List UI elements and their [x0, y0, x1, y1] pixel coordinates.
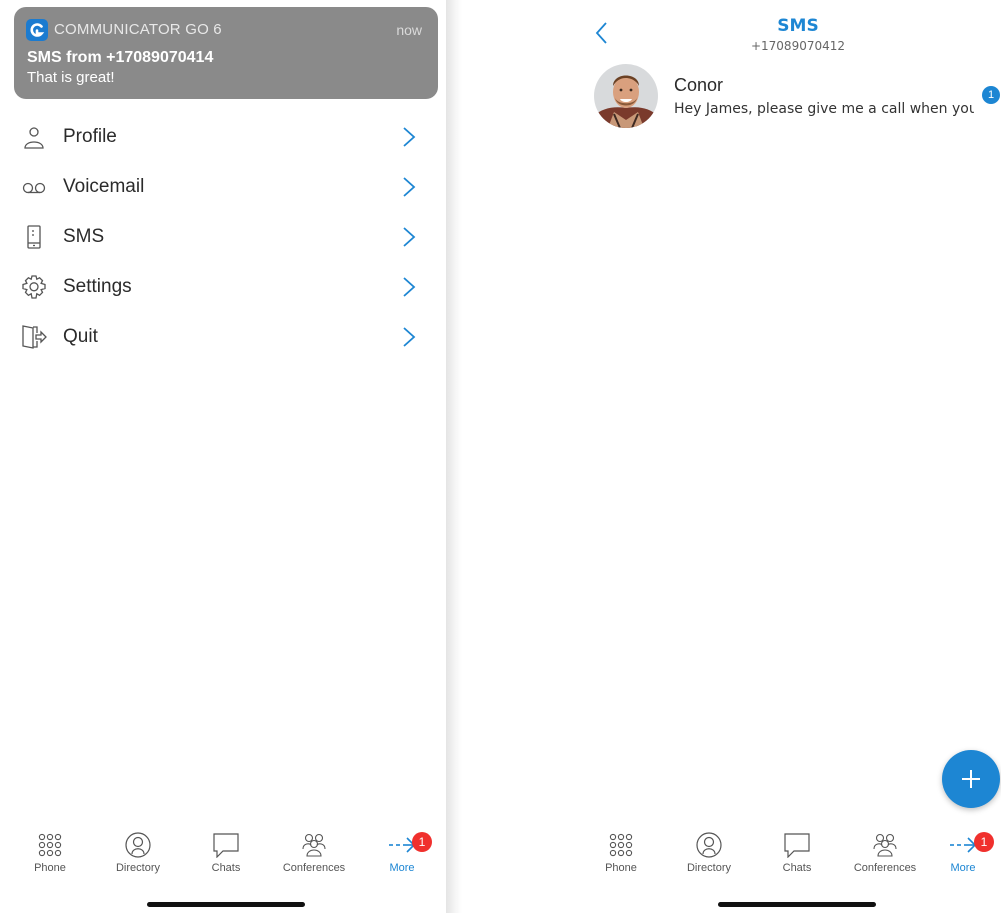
tab-label: More	[389, 862, 415, 874]
gear-icon	[21, 274, 47, 300]
menu-item-label: Voicemail	[63, 176, 145, 197]
tab-conferences[interactable]: Conferences	[840, 832, 930, 882]
tab-phone[interactable]: Phone	[5, 832, 95, 882]
contact-name: Conor	[674, 75, 724, 95]
tab-label: Phone	[605, 862, 637, 874]
plus-icon	[962, 770, 980, 788]
new-sms-button[interactable]	[942, 750, 1000, 808]
menu-item-sms[interactable]: SMS	[0, 212, 446, 262]
tab-label: Chats	[211, 862, 241, 874]
notification-time: now	[396, 22, 422, 38]
tab-chats[interactable]: Chats	[181, 832, 271, 882]
person-icon	[21, 124, 47, 150]
menu-item-profile[interactable]: Profile	[0, 112, 446, 162]
notification-badge: 1	[412, 832, 432, 852]
tab-label: Phone	[34, 862, 66, 874]
contact-icon	[696, 832, 722, 858]
home-indicator[interactable]	[147, 902, 305, 907]
contact-icon	[125, 832, 151, 858]
chat-bubble-icon	[213, 833, 239, 858]
voicemail-icon	[21, 174, 47, 200]
sms-screen: SMS +17089070412 Conor Hey James, please…	[462, 0, 1001, 913]
page-title: SMS	[777, 16, 819, 36]
tab-label: Conferences	[853, 862, 917, 874]
menu-item-quit[interactable]: Quit	[0, 312, 446, 362]
tab-directory[interactable]: Directory	[93, 832, 183, 882]
exit-icon	[21, 324, 47, 350]
tab-more[interactable]: More 1	[928, 832, 998, 882]
unread-count-badge: 1	[982, 86, 1000, 104]
sms-notification-banner[interactable]: COMMUNICATOR GO 6 now SMS from +17089070…	[14, 7, 438, 99]
tab-directory[interactable]: Directory	[664, 832, 754, 882]
conversation-item[interactable]: Conor Hey James, please give me a call w…	[594, 62, 1000, 130]
notification-body: That is great!	[27, 69, 115, 86]
more-menu-screen: COMMUNICATOR GO 6 now SMS from +17089070…	[0, 0, 446, 913]
tab-chats[interactable]: Chats	[752, 832, 842, 882]
keypad-icon	[609, 833, 633, 857]
back-button[interactable]	[592, 20, 612, 46]
menu-item-settings[interactable]: Settings	[0, 262, 446, 312]
tab-label: More	[950, 862, 976, 874]
group-icon	[873, 833, 897, 857]
notification-badge: 1	[974, 832, 994, 852]
chevron-right-icon	[402, 126, 416, 148]
group-icon	[302, 833, 326, 857]
message-preview: Hey James, please give me a call when yo…	[674, 101, 974, 117]
tab-label: Directory	[686, 862, 731, 874]
tab-more[interactable]: More 1	[357, 832, 447, 882]
keypad-icon	[38, 833, 62, 857]
menu-item-label: Profile	[63, 126, 117, 147]
chevron-right-icon	[402, 326, 416, 348]
tab-label: Conferences	[282, 862, 346, 874]
chat-bubble-icon	[784, 833, 810, 858]
menu-item-label: Quit	[63, 326, 98, 347]
chevron-right-icon	[402, 226, 416, 248]
tab-conferences[interactable]: Conferences	[269, 832, 359, 882]
tab-phone[interactable]: Phone	[576, 832, 666, 882]
notification-app-name: COMMUNICATOR GO 6	[54, 21, 222, 38]
menu-item-label: SMS	[63, 226, 105, 247]
home-indicator[interactable]	[718, 902, 876, 907]
menu-item-label: Settings	[63, 276, 132, 297]
notification-title: SMS from +17089070414	[27, 49, 214, 66]
chevron-left-icon	[595, 22, 607, 44]
menu-item-voicemail[interactable]: Voicemail	[0, 162, 446, 212]
chevron-right-icon	[402, 176, 416, 198]
avatar	[594, 64, 658, 128]
app-logo-icon	[26, 19, 48, 41]
tab-label: Chats	[782, 862, 812, 874]
chevron-right-icon	[402, 276, 416, 298]
tab-label: Directory	[115, 862, 160, 874]
phone-device-icon	[21, 224, 47, 250]
panel-divider	[446, 0, 462, 913]
page-subtitle-number: +17089070412	[750, 39, 846, 53]
